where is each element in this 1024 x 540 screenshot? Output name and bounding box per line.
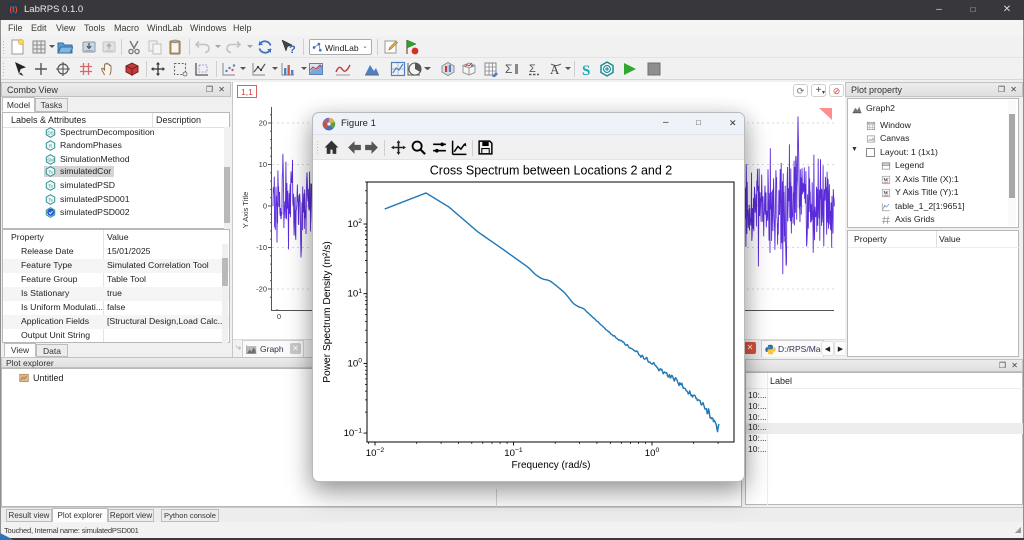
svg-text:10: 10 xyxy=(259,160,267,169)
svg-text:0: 0 xyxy=(277,312,281,321)
svg-text:Cross Spectrum between Locatio: Cross Spectrum between Locations 2 and 2 xyxy=(430,164,673,178)
svg-text:Ts: Ts xyxy=(48,169,53,174)
svg-text:SM: SM xyxy=(47,157,54,162)
svg-text:Power Spectrum Density (m²/s): Power Spectrum Density (m²/s) xyxy=(322,241,333,383)
svg-text:10−2: 10−2 xyxy=(366,447,385,459)
svg-text:100: 100 xyxy=(645,447,660,459)
svg-text:10−1: 10−1 xyxy=(344,427,363,439)
svg-text:10−1: 10−1 xyxy=(504,447,523,459)
svg-text:-10: -10 xyxy=(256,243,267,252)
svg-text:?: ? xyxy=(289,44,296,55)
svg-text:Ts: Ts xyxy=(48,197,53,202)
svg-text:Frequency (rad/s): Frequency (rad/s) xyxy=(512,460,591,471)
svg-text:DS: DS xyxy=(47,130,53,135)
svg-text:Σ: Σ xyxy=(529,63,536,75)
svg-text:102: 102 xyxy=(348,218,363,230)
svg-text:Y Axis Title: Y Axis Title xyxy=(241,192,250,229)
svg-text:Σ: Σ xyxy=(505,62,512,76)
svg-text:0: 0 xyxy=(263,202,267,211)
svg-text:-20: -20 xyxy=(256,285,267,294)
svg-text:100: 100 xyxy=(348,358,363,370)
svg-text:20: 20 xyxy=(259,119,267,128)
svg-text:101: 101 xyxy=(348,288,363,300)
svg-text:Ts: Ts xyxy=(48,184,53,189)
svg-text:S: S xyxy=(582,63,590,77)
